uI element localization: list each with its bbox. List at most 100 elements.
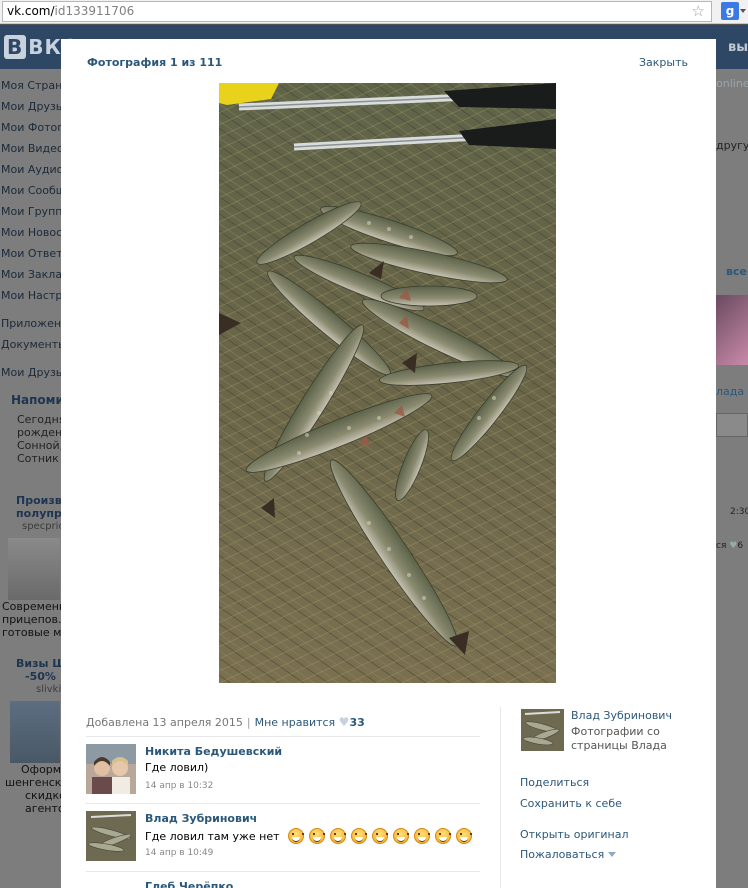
comment-author[interactable]: Глеб Черёпко <box>145 880 233 888</box>
smile-icon <box>330 828 346 844</box>
photo-viewer-modal: Фотография 1 из 111 Закрыть Добавлена 13… <box>61 39 716 888</box>
friend-photo[interactable] <box>716 295 748 365</box>
ad-text: готовые м <box>2 626 61 639</box>
owner-name[interactable]: Влад Зубринович <box>571 709 672 722</box>
sidebar-item[interactable]: Мои Видеоз <box>0 138 61 159</box>
right-input[interactable] <box>716 413 748 437</box>
sidebar-item[interactable]: Мои Заклад <box>0 264 61 285</box>
sidebar-item[interactable]: Мои Настро <box>0 285 61 306</box>
vk-left-sidebar: Моя Страни Мои Друзья Мои Фотогр Мои Вид… <box>0 69 61 888</box>
star-icon[interactable]: ☆ <box>692 2 705 21</box>
comment-time[interactable]: 14 апр в 10:32 <box>145 781 213 791</box>
open-original-link[interactable]: Открыть оригинал <box>520 828 629 841</box>
save-link[interactable]: Сохранить к себе <box>520 797 622 810</box>
comment-text-value: Где ловил там уже нет <box>145 830 280 843</box>
comment: Никита Бедушевский Где ловил) 14 апр в 1… <box>86 736 480 800</box>
right-time: 2:30 <box>730 507 748 517</box>
ad-image[interactable] <box>8 538 60 600</box>
ad-domain: slivki. <box>36 684 61 695</box>
like-button[interactable]: Мне нравится <box>255 716 336 729</box>
smile-icon <box>288 828 304 844</box>
sidebar-item[interactable]: Мои Группы <box>0 201 61 222</box>
report-link[interactable]: Пожаловаться <box>520 848 617 861</box>
online-label: online <box>716 77 748 90</box>
chevron-down-icon[interactable] <box>740 9 746 13</box>
sidebar-item[interactable]: Мои Друзья <box>0 96 61 117</box>
smile-icon <box>351 828 367 844</box>
sidebar-item[interactable]: Мои Аудиоз <box>0 159 61 180</box>
smile-icon <box>414 828 430 844</box>
reminder-text: рождени <box>17 426 61 439</box>
owner-avatar[interactable] <box>521 709 564 751</box>
all-link[interactable]: все <box>726 265 747 278</box>
url-host: vk.com/ <box>7 4 55 18</box>
share-link[interactable]: Поделиться <box>520 776 589 789</box>
google-search-icon[interactable]: g <box>721 2 739 20</box>
ad-title[interactable]: -50% <box>0 670 61 683</box>
smile-icon <box>435 828 451 844</box>
ad-image[interactable] <box>10 701 60 763</box>
ad-title[interactable]: полупри <box>0 507 61 520</box>
photo-counter-title: Фотография 1 из 111 <box>87 56 223 69</box>
smile-icon <box>309 828 325 844</box>
sidebar-item[interactable]: Мои Новост <box>0 222 61 243</box>
close-button[interactable]: Закрыть <box>639 56 688 69</box>
right-count: 6 <box>737 541 744 551</box>
column-divider <box>500 707 501 888</box>
owner-description[interactable]: Фотографии со страницы Влада <box>571 725 681 753</box>
browser-toolbar: vk.com/id133911706 ☆ g <box>0 0 748 24</box>
comment-text: Где ловил) <box>145 761 209 774</box>
avatar[interactable] <box>86 879 136 888</box>
reminder-text: Сонной, <box>17 439 61 452</box>
ad-text: прицепов. С <box>2 613 61 626</box>
sidebar-item[interactable]: Моя Страни <box>0 75 61 96</box>
ad-title[interactable]: Визы Ше <box>0 657 61 670</box>
report-label[interactable]: Пожаловаться <box>520 848 604 861</box>
ad-text: шенгенских <box>5 776 61 789</box>
ad-text: скидкой <box>25 789 61 802</box>
added-date: Добавлена 13 апреля 2015 <box>86 716 243 729</box>
avatar[interactable] <box>86 811 136 861</box>
reminder-title: Напомин <box>11 393 61 407</box>
sidebar-item[interactable]: Мои Фотогр <box>0 117 61 138</box>
photo[interactable] <box>219 83 556 683</box>
meta-separator: | <box>246 716 251 729</box>
comment-divider <box>86 871 480 872</box>
smile-icon <box>456 828 472 844</box>
smile-icon <box>372 828 388 844</box>
vk-right-column: online другу все лада 2:30 ся ♥6 <box>716 69 748 888</box>
comment-text: Где ловил там уже нет <box>145 828 472 844</box>
comment-divider <box>86 736 480 737</box>
right-snippet-text: ся <box>716 541 730 551</box>
add-friend-link[interactable]: другу <box>716 139 748 152</box>
sidebar-item[interactable]: Приложения <box>0 313 61 334</box>
sidebar-item[interactable]: Мои Друзья <box>0 362 61 383</box>
vk-header-right-text[interactable]: вы <box>728 40 748 55</box>
sidebar-item[interactable]: Мои Сообщ <box>0 180 61 201</box>
like-count[interactable]: 33 <box>349 716 364 729</box>
address-bar[interactable]: vk.com/id133911706 ☆ <box>2 1 712 22</box>
sidebar-item[interactable]: Документы <box>0 334 61 355</box>
avatar[interactable] <box>86 744 136 794</box>
ad-text: агентс <box>25 802 61 815</box>
ad-text: Оформл <box>21 763 61 776</box>
heart-icon[interactable]: ♥ <box>339 715 350 729</box>
sidebar-item[interactable]: Мои Ответы <box>0 243 61 264</box>
right-link[interactable]: лада <box>716 385 744 398</box>
comment-author[interactable]: Влад Зубринович <box>145 812 257 825</box>
comment-time[interactable]: 14 апр в 10:49 <box>145 848 213 858</box>
comment: Глеб Черёпко <box>86 871 480 888</box>
ad-text: Современны <box>2 600 61 613</box>
comment-divider <box>86 803 480 804</box>
photo-meta: Добавлена 13 апреля 2015 | Мне нравится ♥3… <box>86 715 365 729</box>
ad-title[interactable]: Произво <box>0 494 61 507</box>
comment-author[interactable]: Никита Бедушевский <box>145 745 282 758</box>
right-snippet: ся ♥6 <box>716 541 743 551</box>
dropdown-triangle-icon[interactable] <box>608 852 617 857</box>
comment: Влад Зубринович Где ловил там уже нет 14… <box>86 803 480 867</box>
ad-domain: specpric <box>22 521 61 532</box>
smile-icon <box>393 828 409 844</box>
reminder-text: Сегодня <box>17 413 61 426</box>
reminder-text: Сотник <box>17 452 59 465</box>
url-path: id133911706 <box>54 4 135 18</box>
